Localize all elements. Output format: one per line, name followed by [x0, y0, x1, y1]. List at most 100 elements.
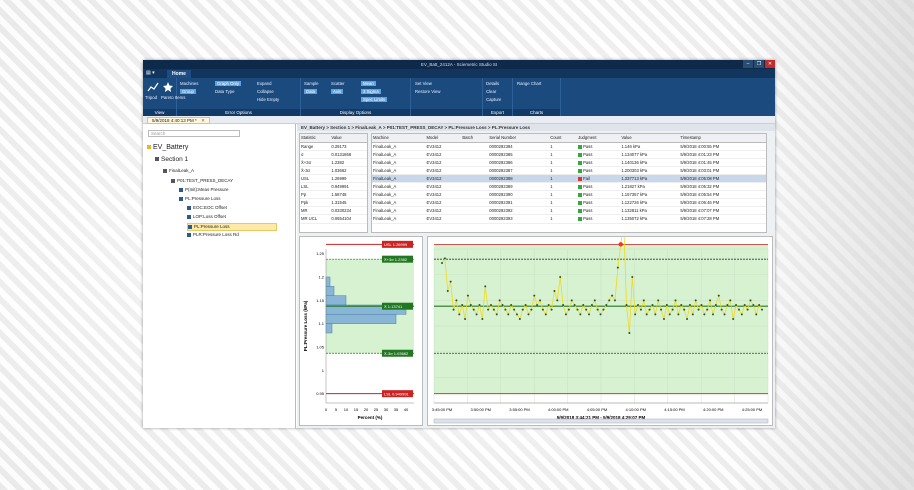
- data-header[interactable]: Timestamp: [679, 134, 766, 143]
- data-header[interactable]: Serial Number: [488, 134, 550, 143]
- check-icon: [578, 160, 583, 165]
- histogram-bar: [325, 276, 331, 287]
- data-point: [737, 308, 740, 311]
- table-row[interactable]: FinalLeak_A EV3412 0000292386 1 Pass 1.140136…: [372, 158, 766, 167]
- document-tab[interactable]: 5/9/2018 4:40:13 PM * ✕: [147, 117, 210, 124]
- table-row[interactable]: FinalLeak_A EV3412 0000292384 1 Pass 1.146 kP…: [372, 142, 766, 151]
- data-point: [478, 304, 481, 306]
- close-button[interactable]: ✕: [765, 60, 775, 68]
- table-row[interactable]: MR UCL 0.0654104: [300, 214, 367, 224]
- x-axis-label: Percent (%): [358, 415, 383, 420]
- table-row[interactable]: FinalLeak_A EV3412 0000292392 1 Pass 1.132811…: [372, 206, 766, 216]
- data-point: [657, 299, 660, 302]
- judgment-cell: Pass: [577, 198, 621, 208]
- clear-button[interactable]: Clear: [486, 89, 496, 94]
- table-row[interactable]: USL 1.26999: [300, 174, 367, 184]
- data-type-button[interactable]: Data Type: [215, 89, 235, 94]
- tab-home[interactable]: Home: [167, 70, 191, 78]
- data-point: [539, 299, 542, 302]
- data-toggle[interactable]: Data: [304, 89, 318, 94]
- data-point: [510, 304, 513, 306]
- measurement-icon: [188, 224, 192, 229]
- table-row[interactable]: Ppk 1.31545: [300, 198, 367, 208]
- data-point: [703, 313, 706, 316]
- ribbon-group-charts: Range Chart Charts: [513, 78, 561, 116]
- tree-node[interactable]: PL:Pressure Loss: [187, 223, 277, 231]
- machines-button[interactable]: Machines: [180, 81, 198, 86]
- data-header[interactable]: Model: [425, 134, 462, 143]
- data-header[interactable]: Value: [620, 134, 680, 143]
- table-cell: Range: [300, 142, 331, 151]
- data-point: [671, 308, 674, 311]
- minimize-button[interactable]: –: [743, 60, 753, 68]
- hide-empty-button[interactable]: Hide Empty: [257, 97, 279, 102]
- maximize-button[interactable]: ❐: [754, 60, 764, 68]
- axis-toggle[interactable]: Axis: [331, 89, 344, 94]
- graph-only-toggle[interactable]: Graph Only: [215, 81, 241, 86]
- table-row[interactable]: FinalLeak_A EV3412 0000292388 1 Fail 1.337713…: [372, 174, 766, 184]
- close-tab-icon[interactable]: ✕: [201, 118, 205, 123]
- tripod-button[interactable]: Tripod: [145, 95, 157, 100]
- range-chart-button[interactable]: Range Chart: [517, 81, 541, 86]
- data-header[interactable]: Count: [549, 134, 578, 143]
- data-header[interactable]: Machine: [372, 134, 426, 143]
- data-point: [616, 266, 619, 269]
- table-row[interactable]: FinalLeak_A EV3412 0000292393 1 Pass 1.135072…: [372, 214, 766, 224]
- sample-button[interactable]: Sample: [304, 81, 319, 86]
- data-header[interactable]: Judgment: [577, 134, 621, 143]
- app-menu-button[interactable]: ▤ ▾: [146, 70, 162, 77]
- restore-view-button[interactable]: Restore View: [415, 89, 440, 94]
- table-cell: 0000292387: [488, 166, 550, 175]
- tree-node[interactable]: P(Init):Meas Pressure: [179, 187, 229, 193]
- tree-node[interactable]: PL:Pressure Loss: [179, 196, 221, 202]
- spec-limits-toggle[interactable]: Spec Limits: [361, 97, 388, 102]
- table-row[interactable]: MR 0.0330234: [300, 206, 367, 216]
- table-cell: X̄-3σ: [300, 166, 331, 175]
- stats-header[interactable]: Value: [330, 134, 367, 143]
- table-cell: Pp: [300, 190, 331, 200]
- breadcrumb: EV_Battery > Section 1 > FinalLeak_A > P…: [297, 124, 775, 131]
- scatter-button[interactable]: Scatter: [331, 81, 345, 86]
- data-point: [570, 299, 573, 302]
- set-view-button[interactable]: Set View: [415, 81, 432, 86]
- expand-button[interactable]: Expand: [257, 81, 272, 86]
- tree-node[interactable]: P01:TEST_PRESS_DECAY: [171, 178, 233, 184]
- stats-header[interactable]: Statistic: [300, 134, 331, 143]
- data-header[interactable]: Batch: [461, 134, 489, 143]
- table-row[interactable]: FinalLeak_A EV3412 0000292387 1 Pass 1.200303…: [372, 166, 766, 175]
- tree-node[interactable]: EOC:EOC Offset: [187, 205, 227, 211]
- table-cell: 1.122726 kPa: [620, 198, 680, 208]
- three-sigma-toggle[interactable]: 3 Sigma: [361, 89, 381, 94]
- table-row[interactable]: Range 0.29173: [300, 142, 367, 151]
- table-row[interactable]: X̄-3σ 1.03662: [300, 166, 367, 175]
- tree-node[interactable]: PLR:Pressure Loss Rd: [187, 232, 239, 238]
- data-point: [740, 313, 743, 316]
- table-cell: MR UCL: [300, 214, 331, 224]
- table-row[interactable]: LSL 0.949991: [300, 182, 367, 192]
- data-point: [464, 318, 467, 320]
- table-cell: 1: [549, 198, 578, 208]
- details-button[interactable]: Details: [486, 81, 499, 86]
- table-cell: σ: [300, 150, 331, 159]
- table-row[interactable]: X̄+3σ 1.2382: [300, 158, 367, 167]
- mean-toggle[interactable]: Mean: [361, 81, 376, 86]
- tree-node[interactable]: LOP:Loss Offset: [187, 214, 226, 220]
- collapse-button[interactable]: Collapse: [257, 89, 274, 94]
- tree-node[interactable]: FinalLeak_A: [163, 168, 194, 174]
- table-row[interactable]: FinalLeak_A EV3412 0000292389 1 Pass 1.21827 …: [372, 182, 766, 192]
- capture-button[interactable]: Capture: [486, 97, 501, 102]
- tree-node[interactable]: Section 1: [155, 156, 188, 164]
- table-row[interactable]: σ 0.0131866: [300, 150, 367, 159]
- data-point: [691, 313, 694, 316]
- table-row[interactable]: Pp 1.58748: [300, 190, 367, 200]
- search-input[interactable]: Search: [148, 130, 240, 137]
- histogram-bar: [325, 314, 397, 324]
- table-row[interactable]: FinalLeak_A EV3412 0000292390 1 Pass 1.157357…: [372, 190, 766, 200]
- table-cell: 1.58748: [330, 190, 367, 200]
- table-row[interactable]: FinalLeak_A EV3412 0000292385 1 Pass 1.134077…: [372, 150, 766, 159]
- group-toggle[interactable]: Group: [180, 89, 196, 94]
- table-cell: FinalLeak_A: [372, 206, 426, 216]
- tree-node[interactable]: EV_Battery: [147, 144, 188, 152]
- table-cell: 1: [549, 174, 578, 184]
- table-row[interactable]: FinalLeak_A EV3412 0000292391 1 Pass 1.122726…: [372, 198, 766, 208]
